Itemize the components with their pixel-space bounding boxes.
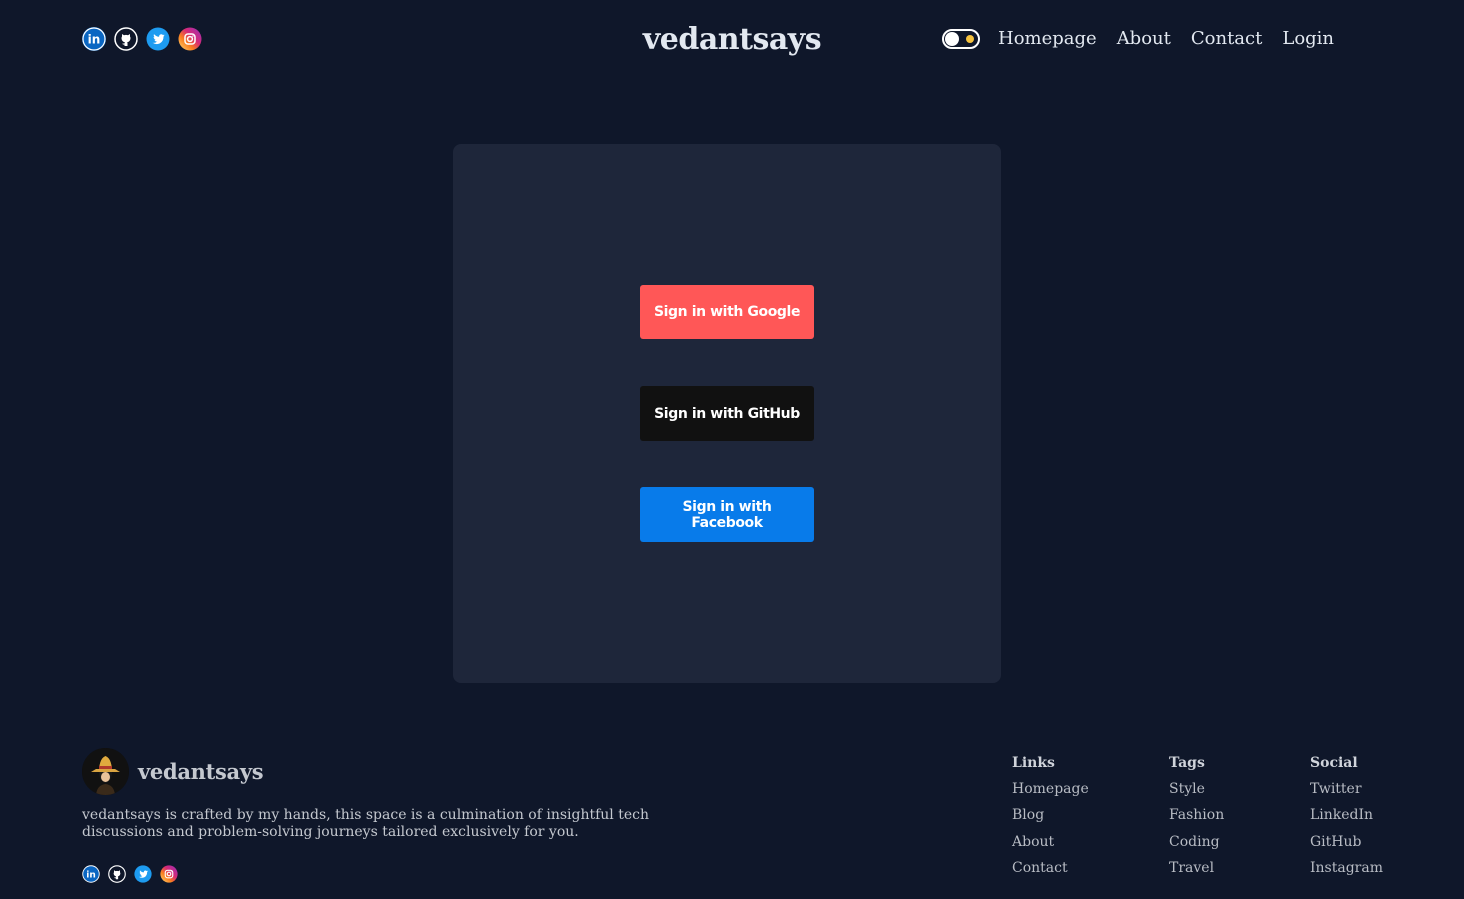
- twitter-icon[interactable]: [134, 865, 152, 883]
- avatar: [82, 748, 129, 795]
- linkedin-icon[interactable]: in: [82, 865, 100, 883]
- footer-social-instagram[interactable]: Instagram: [1310, 860, 1383, 886]
- header-social-links: in: [82, 27, 202, 51]
- footer-link-blog[interactable]: Blog: [1012, 807, 1089, 833]
- footer-tag-travel[interactable]: Travel: [1169, 860, 1224, 886]
- instagram-icon[interactable]: [178, 27, 202, 51]
- footer-link-homepage[interactable]: Homepage: [1012, 781, 1089, 807]
- svg-text:in: in: [86, 870, 96, 880]
- facebook-signin-button[interactable]: Sign in with Facebook: [640, 487, 814, 542]
- footer-column-heading: Links: [1012, 755, 1055, 771]
- github-signin-button[interactable]: Sign in with GitHub: [640, 386, 814, 441]
- footer-social-twitter[interactable]: Twitter: [1310, 781, 1383, 807]
- theme-toggle[interactable]: [942, 28, 980, 49]
- google-signin-button[interactable]: Sign in with Google: [640, 285, 814, 339]
- footer-column-heading: Tags: [1169, 755, 1205, 771]
- footer-link-about[interactable]: About: [1012, 834, 1089, 860]
- site-header: in vedantsays Homepage About Contact Log…: [0, 0, 1464, 80]
- nav-contact[interactable]: Contact: [1191, 28, 1262, 49]
- footer-column-heading: Social: [1310, 755, 1358, 771]
- main-nav: Homepage About Contact Login: [942, 28, 1334, 49]
- nav-login[interactable]: Login: [1282, 28, 1334, 49]
- footer-logo[interactable]: vedantsays: [138, 759, 264, 784]
- footer-brand: vedantsays: [82, 748, 264, 795]
- footer-description: vedantsays is crafted by my hands, this …: [82, 807, 649, 840]
- site-logo[interactable]: vedantsays: [643, 22, 822, 57]
- footer-tag-coding[interactable]: Coding: [1169, 834, 1224, 860]
- nav-about[interactable]: About: [1117, 28, 1171, 49]
- twitter-icon[interactable]: [146, 27, 170, 51]
- footer-tag-fashion[interactable]: Fashion: [1169, 807, 1224, 833]
- github-icon[interactable]: [108, 865, 126, 883]
- footer-tag-style[interactable]: Style: [1169, 781, 1224, 807]
- footer-tags-column: Tags Style Fashion Coding Travel: [1169, 755, 1224, 886]
- instagram-icon[interactable]: [160, 865, 178, 883]
- footer-link-contact[interactable]: Contact: [1012, 860, 1089, 886]
- footer-links-column: Links Homepage Blog About Contact: [1012, 755, 1089, 886]
- footer-social-github[interactable]: GitHub: [1310, 834, 1383, 860]
- footer-social-linkedin[interactable]: LinkedIn: [1310, 807, 1383, 833]
- svg-text:in: in: [88, 33, 101, 47]
- nav-homepage[interactable]: Homepage: [998, 28, 1097, 49]
- login-card: Sign in with Google Sign in with GitHub …: [453, 144, 1001, 683]
- footer-social-links: in: [82, 865, 178, 883]
- footer-social-column: Social Twitter LinkedIn GitHub Instagram: [1310, 755, 1383, 886]
- linkedin-icon[interactable]: in: [82, 27, 106, 51]
- sun-icon: [966, 34, 974, 43]
- toggle-knob: [945, 31, 959, 46]
- github-icon[interactable]: [114, 27, 138, 51]
